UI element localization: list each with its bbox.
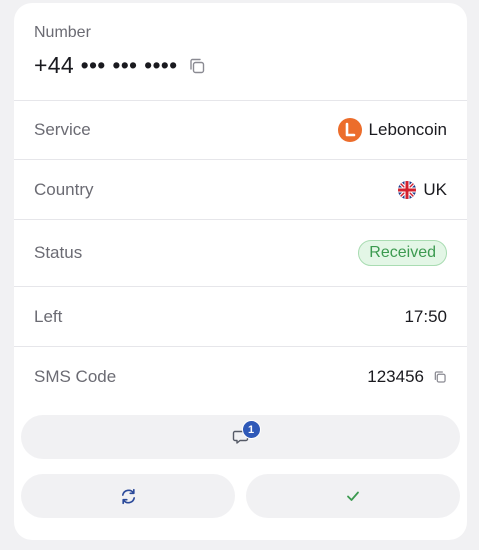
messages-icon-wrap: 1 bbox=[232, 420, 261, 446]
checkmark-icon bbox=[347, 491, 359, 501]
country-name: UK bbox=[423, 179, 447, 199]
country-value: UK bbox=[398, 180, 447, 200]
uk-flag-icon bbox=[398, 180, 417, 199]
copy-icon bbox=[434, 371, 446, 383]
number-section: Number +44 ••• ••• •••• bbox=[14, 3, 467, 101]
leboncoin-logo-icon bbox=[337, 118, 362, 142]
phone-number: +44 ••• ••• •••• bbox=[34, 52, 178, 78]
refresh-icon bbox=[121, 488, 135, 504]
country-label: Country bbox=[34, 179, 94, 199]
sms-code-label: SMS Code bbox=[34, 367, 117, 386]
refresh-button[interactable] bbox=[21, 474, 235, 518]
sms-code-value: 123456 bbox=[367, 367, 424, 386]
number-row: +44 ••• ••• •••• bbox=[34, 52, 447, 79]
service-label: Service bbox=[34, 120, 91, 139]
service-name: Leboncoin bbox=[368, 120, 447, 139]
copy-icon bbox=[189, 58, 204, 73]
status-label: Status bbox=[34, 243, 83, 262]
confirm-button[interactable] bbox=[246, 474, 460, 518]
service-value: Leboncoin bbox=[337, 118, 447, 142]
status-row: Status Received bbox=[14, 220, 467, 287]
sms-code-value-group: 123456 bbox=[367, 367, 447, 387]
time-left-label: Left bbox=[34, 306, 63, 326]
messages-button[interactable]: 1 bbox=[21, 415, 460, 459]
copy-code-button[interactable] bbox=[433, 370, 447, 384]
number-label: Number bbox=[34, 24, 91, 41]
country-row: Country UK bbox=[14, 160, 467, 220]
sms-code-row: SMS Code 123456 bbox=[14, 347, 467, 407]
status-badge: Received bbox=[358, 240, 447, 266]
time-left-value: 17:50 bbox=[404, 306, 447, 326]
copy-number-button[interactable] bbox=[188, 57, 206, 75]
activation-card: Number +44 ••• ••• •••• Service Leboncoi… bbox=[14, 3, 467, 540]
unread-count-badge: 1 bbox=[241, 420, 261, 439]
service-row: Service Leboncoin bbox=[14, 101, 467, 160]
time-left-row: Left 17:50 bbox=[14, 287, 467, 347]
